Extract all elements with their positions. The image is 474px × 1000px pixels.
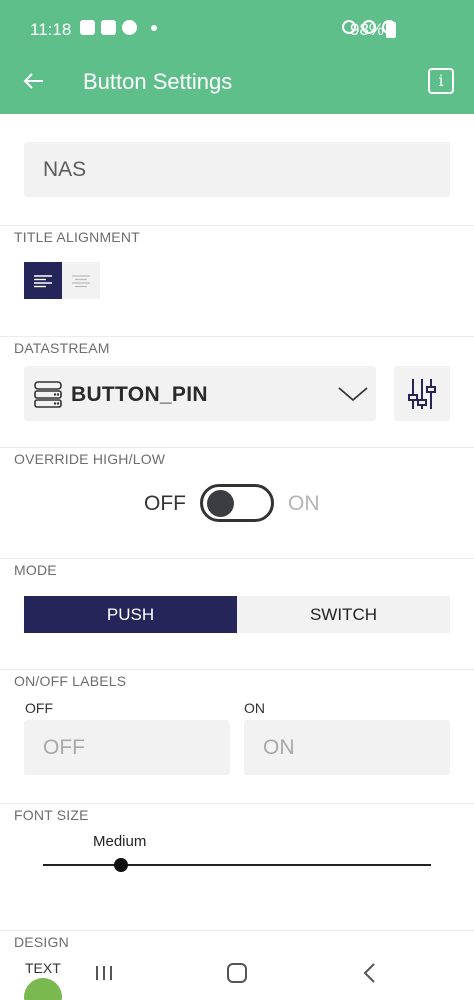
- divider: [0, 447, 474, 448]
- title-alignment-toggle: [24, 262, 101, 299]
- datastream-settings-button[interactable]: [394, 366, 450, 421]
- more-notifications-icon: [151, 24, 157, 31]
- recent-apps-icon[interactable]: [95, 964, 113, 982]
- off-label-input[interactable]: OFF: [24, 720, 230, 775]
- align-left-button[interactable]: [24, 262, 62, 299]
- info-icon[interactable]: i: [428, 68, 454, 94]
- align-center-button[interactable]: [62, 262, 100, 299]
- override-label: OVERRIDE HIGH/LOW: [14, 451, 166, 467]
- battery-icon: [386, 22, 396, 38]
- toggle-knob: [207, 490, 234, 517]
- datastream-label: DATASTREAM: [14, 340, 110, 356]
- widget-name-value: NAS: [43, 158, 87, 181]
- battery-percent: 98%: [350, 20, 385, 39]
- whatsapp-icon: [122, 20, 137, 35]
- font-size-slider[interactable]: [43, 864, 431, 866]
- notification-icon: [80, 20, 95, 35]
- back-arrow-icon[interactable]: [20, 64, 50, 98]
- font-size-value: Medium: [93, 833, 147, 850]
- datastream-value: BUTTON_PIN: [71, 383, 208, 406]
- divider: [0, 558, 474, 559]
- off-label-placeholder: OFF: [43, 736, 85, 759]
- mode-switch-button[interactable]: SWITCH: [237, 596, 450, 633]
- divider: [0, 803, 474, 804]
- notification-icons: [80, 20, 157, 35]
- system-nav-bar: [0, 948, 474, 1000]
- divider: [0, 669, 474, 670]
- font-size-label: FONT SIZE: [14, 807, 89, 823]
- status-bar: 11:18 98%: [0, 0, 474, 58]
- override-switch-row: OFF ON: [144, 484, 334, 524]
- align-left-icon: [34, 274, 52, 287]
- align-center-icon: [72, 274, 90, 287]
- mode-label: MODE: [14, 562, 57, 578]
- override-on-label: ON: [288, 492, 320, 515]
- sliders-icon: [408, 378, 436, 409]
- off-label-caption: OFF: [25, 700, 53, 716]
- divider: [0, 336, 474, 337]
- app-bar: 11:18 98% Button Settings i: [0, 0, 474, 114]
- datastream-server-icon: [34, 381, 62, 408]
- override-off-label: OFF: [144, 492, 186, 515]
- divider: [0, 930, 474, 931]
- mode-segmented-control: PUSH SWITCH: [24, 596, 450, 633]
- mode-push-button[interactable]: PUSH: [24, 596, 237, 633]
- on-label-input[interactable]: ON: [244, 720, 450, 775]
- divider: [0, 225, 474, 226]
- on-label-placeholder: ON: [263, 736, 295, 759]
- gallery-icon: [101, 20, 116, 35]
- onoff-labels-label: ON/OFF LABELS: [14, 673, 127, 689]
- on-label-caption: ON: [244, 700, 265, 716]
- title-alignment-label: TITLE ALIGNMENT: [14, 229, 140, 245]
- datastream-select[interactable]: BUTTON_PIN: [24, 366, 376, 421]
- chevron-down-icon: [338, 387, 368, 402]
- home-icon[interactable]: [227, 963, 247, 983]
- font-size-slider-handle[interactable]: [114, 858, 128, 872]
- system-back-icon[interactable]: [362, 962, 376, 984]
- widget-name-field[interactable]: NAS: [24, 142, 450, 197]
- page-title: Button Settings: [83, 69, 233, 94]
- override-toggle[interactable]: [200, 484, 274, 522]
- status-time: 11:18: [30, 20, 72, 39]
